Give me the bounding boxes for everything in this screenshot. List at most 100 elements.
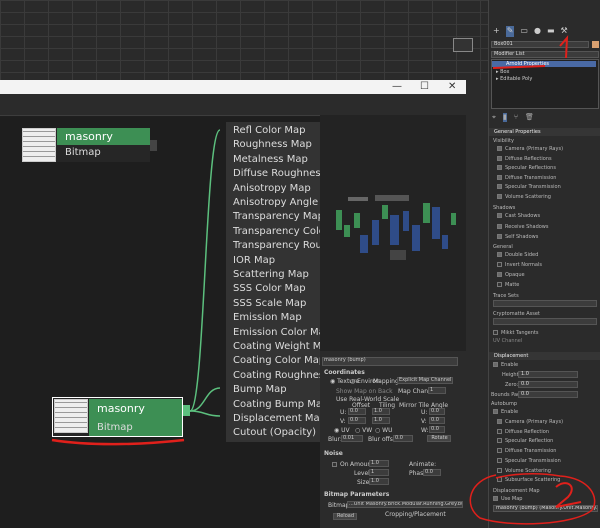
stack-item-editable-poly[interactable]: ▸ Editable Poly	[496, 76, 532, 82]
auto_items-checkbox[interactable]: Diffuse Reflection	[497, 428, 549, 435]
auto_items-checkbox[interactable]: Subsurface Scattering	[497, 477, 560, 483]
v-offset-field[interactable]: 0.0	[348, 417, 366, 424]
map-name-field[interactable]: masonry (bump)	[322, 357, 458, 366]
blur-offset-field[interactable]: 0.0	[393, 435, 413, 442]
minimize-icon[interactable]: —	[392, 81, 402, 92]
u-offset-field[interactable]: 0.0	[348, 408, 366, 415]
general_items-checkbox[interactable]: Opaque	[497, 272, 525, 278]
auto_items-checkbox[interactable]: Volume Scattering	[497, 467, 551, 474]
material-slot[interactable]: Coating Weight Map	[226, 340, 320, 354]
material-slot[interactable]: Refl Color Map	[226, 124, 320, 138]
maximize-icon[interactable]: ☐	[420, 81, 429, 92]
shadow_items-checkbox[interactable]: Self Shadows	[497, 234, 538, 240]
vis_items-checkbox[interactable]: Diffuse Reflections	[497, 155, 552, 162]
disp-enable-checkbox[interactable]: Enable	[493, 362, 518, 368]
display-tab-icon[interactable]: ▬	[547, 26, 555, 37]
material-slot[interactable]: Metalness Map	[226, 153, 320, 167]
uv-radio[interactable]: ◉ UV	[334, 427, 350, 434]
w-angle-field[interactable]: 0.0	[429, 426, 445, 433]
vis_items-checkbox[interactable]: Specular Transmission	[497, 184, 561, 190]
remove-modifier-icon[interactable]: 🗑	[525, 113, 534, 122]
shadow_items-checkbox[interactable]: Cast Shadows	[497, 213, 540, 219]
object-name-field[interactable]: Box001	[491, 41, 589, 48]
trace-sets-field[interactable]	[493, 300, 597, 307]
material-slot[interactable]: Coating Bump Map	[226, 398, 320, 412]
material-slot[interactable]: Transparency Color Map	[226, 225, 320, 239]
map-channel-field[interactable]: 1	[428, 387, 446, 394]
auto_items-checkbox[interactable]: Diffuse Transmission	[497, 448, 556, 454]
general_items-checkbox[interactable]: Invert Normals	[497, 262, 542, 268]
material-slot[interactable]: Anisotropy Angle Map	[226, 196, 320, 210]
amount-field[interactable]: 1.0	[369, 460, 389, 467]
pin-stack-icon[interactable]: ⌖	[492, 113, 496, 122]
modifier-list-dropdown[interactable]: Modifier List	[491, 51, 599, 58]
rotate-button[interactable]: Rotate	[427, 435, 451, 442]
autobump-enable-checkbox[interactable]: Enable	[493, 409, 518, 415]
general_items-checkbox[interactable]: Matte	[497, 282, 519, 288]
u-angle-field[interactable]: 0.0	[429, 408, 445, 415]
blur-field[interactable]: 0.01	[341, 435, 363, 442]
auto_items-checkbox[interactable]: Specular Reflection	[497, 438, 553, 444]
material-slot[interactable]: Diffuse Roughness Map	[226, 167, 320, 181]
noise-header[interactable]: Noise	[324, 450, 343, 457]
coordinates-header[interactable]: Coordinates	[324, 369, 365, 376]
levels-field[interactable]: 1	[369, 469, 389, 476]
material-slot[interactable]: Scattering Map	[226, 268, 320, 282]
phase-field[interactable]: 0.0	[423, 469, 441, 476]
mapping-dropdown[interactable]: Explicit Map Channel	[397, 377, 453, 384]
material-slot[interactable]: Displacement Map	[226, 412, 320, 426]
vis_items-checkbox[interactable]: Diffuse Transmission	[497, 174, 556, 181]
node-output-socket[interactable]	[150, 140, 157, 151]
height-field[interactable]: 1.0	[518, 371, 578, 378]
material-slot[interactable]: Cutout (Opacity) Map	[226, 426, 320, 440]
material-slot[interactable]: Transparency Map	[226, 210, 320, 224]
wu-radio[interactable]: ○ WU	[375, 427, 392, 434]
material-slot[interactable]: Bump Map	[226, 383, 320, 397]
material-slot[interactable]: Emission Color Map	[226, 326, 320, 340]
node-output-socket[interactable]	[183, 405, 190, 416]
viewcube-icon[interactable]	[453, 38, 473, 52]
vis_items-checkbox[interactable]: Volume Scattering	[497, 193, 551, 200]
material-slot[interactable]: Anisotropy Map	[226, 182, 320, 196]
material-slot[interactable]: Coating Roughness Map	[226, 369, 320, 383]
displacement-header[interactable]: Displacement	[489, 352, 600, 360]
utilities-tab-icon[interactable]: ⚒	[561, 26, 568, 37]
bounds-pad-field[interactable]: 0.0	[518, 391, 578, 398]
material-slot[interactable]: SSS Color Map	[226, 282, 320, 296]
use-map-checkbox[interactable]: Use Map	[493, 496, 522, 502]
noise-on-checkbox[interactable]: On	[332, 461, 349, 468]
stack-item-arnold[interactable]: Arnold Properties	[492, 61, 596, 67]
vis_items-checkbox[interactable]: Specular Reflections	[497, 165, 556, 171]
vis_items-checkbox[interactable]: Camera (Primary Rays)	[497, 146, 563, 152]
bitmap-node-top[interactable]: masonry (bump) Bitmap	[22, 128, 150, 162]
v-tiling-field[interactable]: 1.0	[372, 417, 390, 424]
disp-map-button[interactable]: masonry (bump) (Masonry.Unit.Masonry.Bri…	[493, 505, 598, 512]
material-slot[interactable]: IOR Map	[226, 254, 320, 268]
object-color-swatch[interactable]	[592, 41, 599, 48]
auto_items-checkbox[interactable]: Camera (Primary Rays)	[497, 419, 563, 425]
show-map-checkbox[interactable]: Show Map on Back	[336, 388, 393, 395]
auto_items-checkbox[interactable]: Specular Transmission	[497, 457, 561, 464]
material-slot[interactable]: Roughness Map	[226, 138, 320, 152]
show-end-result-icon[interactable]: ▮	[502, 113, 507, 122]
shadow_items-checkbox[interactable]: Receive Shadows	[497, 223, 549, 230]
u-tiling-field[interactable]: 1.0	[372, 408, 390, 415]
bitmap-path-button[interactable]: ...Unit Masonry.Brick.Modular.Running.Gr…	[347, 501, 463, 508]
viewport[interactable]	[0, 0, 488, 80]
bitmap-params-header[interactable]: Bitmap Parameters	[324, 491, 389, 498]
bitmap-node-bottom[interactable]: masonry (bump) Bitmap	[52, 397, 183, 437]
general_items-checkbox[interactable]: Double Sided	[497, 252, 538, 258]
material-slot[interactable]: Transparency Roughness Map	[226, 239, 320, 253]
vw-radio[interactable]: ○ VW	[355, 427, 372, 434]
general-properties-header[interactable]: General Properties	[489, 128, 600, 136]
stack-item-box[interactable]: ▸ Box	[496, 69, 509, 75]
reload-button[interactable]: Reload	[333, 513, 357, 520]
make-unique-icon[interactable]: ⑂	[514, 113, 518, 122]
modify-tab-icon[interactable]: ✎	[505, 26, 515, 37]
hierarchy-tab-icon[interactable]: ▭	[520, 26, 528, 37]
motion-tab-icon[interactable]: ●	[534, 26, 541, 37]
size-field[interactable]: 1.0	[369, 478, 389, 485]
mikkt-checkbox[interactable]: Mikkt Tangents	[493, 330, 539, 336]
close-icon[interactable]: ✕	[448, 81, 456, 92]
material-slot[interactable]: Emission Map	[226, 311, 320, 325]
